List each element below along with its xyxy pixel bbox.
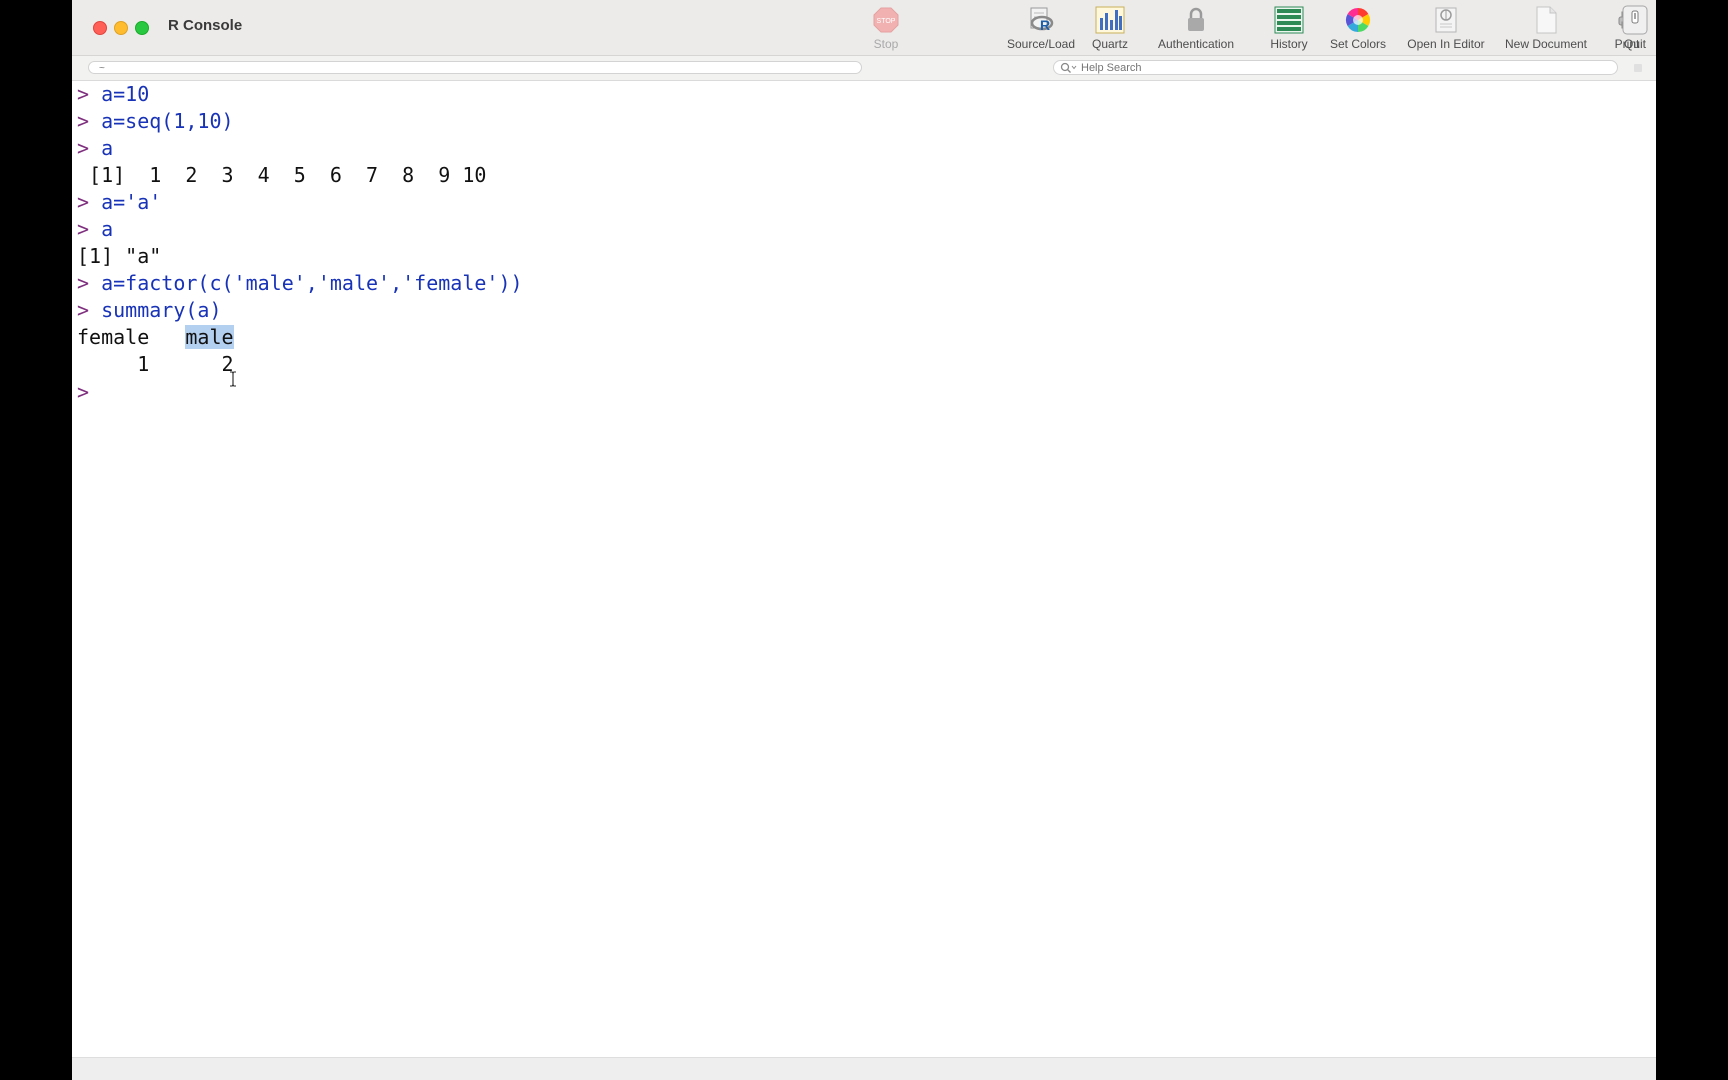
command-text: a <box>101 136 114 160</box>
open-in-editor-label: Open In Editor <box>1407 37 1485 51</box>
console-line: female male <box>77 324 234 350</box>
console-line: > a=factor(c('male','male','female')) <box>77 270 523 296</box>
text-cursor-icon <box>229 368 237 392</box>
prompt-symbol: > <box>77 82 90 106</box>
search-icon <box>1060 62 1078 79</box>
command-text: summary(a) <box>101 298 222 322</box>
command-text: a='a' <box>101 190 162 214</box>
source-load-label: Source/Load <box>1006 37 1076 51</box>
selected-text: male <box>185 325 234 349</box>
close-window-button[interactable] <box>93 21 107 35</box>
history-label: History <box>1270 37 1308 51</box>
set-colors-button[interactable]: Set Colors <box>1322 6 1394 52</box>
authentication-button[interactable]: Authentication <box>1140 6 1252 52</box>
open-in-editor-button[interactable]: Open In Editor <box>1400 6 1492 52</box>
console-line: > a <box>77 216 113 242</box>
prompt-symbol: > <box>77 136 90 160</box>
window-title: R Console <box>168 17 243 34</box>
prompt-symbol: > <box>77 217 90 241</box>
set-colors-label: Set Colors <box>1329 37 1387 51</box>
power-switch-icon <box>1619 5 1651 35</box>
command-text: a=10 <box>101 82 150 106</box>
path-and-search-bar: ~ <box>72 56 1656 81</box>
r-console-window: R Console STOP Stop R Source/Load Quartz… <box>72 0 1656 1080</box>
editor-document-icon <box>1430 6 1462 34</box>
quit-button[interactable]: Quit <box>1619 5 1651 52</box>
console-line: > a=seq(1,10) <box>77 108 234 134</box>
quit-label: Quit <box>1623 37 1646 51</box>
title-bar: R Console STOP Stop R Source/Load Quartz… <box>72 0 1656 56</box>
output-text: female <box>77 325 186 349</box>
svg-text:R: R <box>1040 17 1050 33</box>
command-text: a=seq(1,10) <box>101 109 234 133</box>
prompt-symbol: > <box>77 380 90 404</box>
prompt-symbol: > <box>77 298 90 322</box>
output-text: [1] "a" <box>77 244 162 268</box>
command-text: a <box>101 217 114 241</box>
source-load-button[interactable]: R Source/Load <box>1000 6 1082 52</box>
stop-label: Stop <box>873 37 899 51</box>
stop-button[interactable]: STOP Stop <box>860 6 912 52</box>
active-prompt-line[interactable]: > <box>77 379 89 405</box>
blank-document-icon <box>1530 6 1562 34</box>
console-output[interactable]: > a=10 > a=seq(1,10) > a [1] 1 2 3 4 5 6… <box>72 81 1656 1057</box>
zoom-window-button[interactable] <box>135 21 149 35</box>
prompt-symbol: > <box>77 271 90 295</box>
console-line: > a=10 <box>77 81 149 107</box>
quartz-label: Quartz <box>1091 37 1128 51</box>
stop-sign-icon: STOP <box>870 6 902 34</box>
prompt-symbol: > <box>77 109 90 133</box>
color-wheel-icon <box>1342 6 1374 34</box>
drawer-toggle[interactable] <box>1634 64 1642 72</box>
command-text: a=factor(c('male','male','female')) <box>101 271 523 295</box>
console-line: > a='a' <box>77 189 161 215</box>
quartz-button[interactable]: Quartz <box>1084 6 1136 52</box>
output-text: [1] 1 2 3 4 5 6 7 8 9 10 <box>77 163 487 187</box>
authentication-label: Authentication <box>1157 37 1235 51</box>
console-line: > a <box>77 135 113 161</box>
console-line: [1] 1 2 3 4 5 6 7 8 9 10 <box>77 162 486 188</box>
minimize-window-button[interactable] <box>114 21 128 35</box>
prompt-symbol: > <box>77 190 90 214</box>
console-line: > summary(a) <box>77 297 222 323</box>
console-line: [1] "a" <box>77 243 161 269</box>
bar-chart-icon <box>1094 6 1126 34</box>
working-directory-field[interactable]: ~ <box>88 61 862 74</box>
help-search-field[interactable] <box>1053 60 1618 75</box>
r-script-icon: R <box>1025 6 1057 34</box>
stop-sign-label: STOP <box>877 18 896 25</box>
new-document-label: New Document <box>1504 37 1588 51</box>
lock-icon <box>1180 6 1212 34</box>
history-button[interactable]: History <box>1258 6 1320 52</box>
new-document-button[interactable]: New Document <box>1500 6 1592 52</box>
status-bar <box>72 1057 1656 1080</box>
history-list-icon <box>1273 6 1305 34</box>
help-search-input[interactable] <box>1081 61 1581 75</box>
output-text: 1 2 <box>77 352 234 376</box>
console-line: 1 2 <box>77 351 234 377</box>
